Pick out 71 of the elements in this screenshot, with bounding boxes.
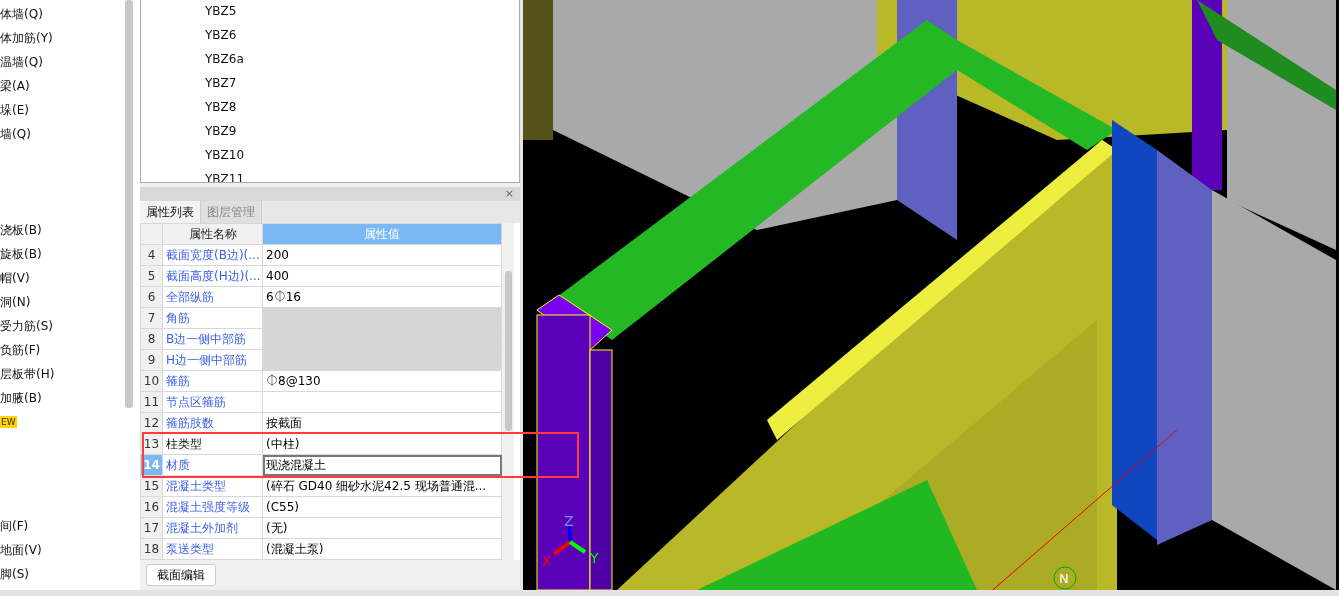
axis-label: X bbox=[542, 553, 552, 569]
row-number[interactable]: 17 bbox=[140, 517, 163, 539]
property-value[interactable]: (无) bbox=[262, 517, 502, 539]
sidebar-item[interactable]: 洞(N) bbox=[0, 292, 124, 316]
sidebar-item[interactable]: 温墙(Q) bbox=[0, 52, 124, 76]
close-button[interactable]: × bbox=[504, 188, 514, 201]
property-value[interactable]: ⏀8@130 bbox=[262, 370, 502, 392]
compass-label: N bbox=[1059, 571, 1069, 586]
property-value[interactable]: (碎石 GD40 细砂水泥42.5 现场普通混... bbox=[262, 475, 502, 497]
property-name: 角筋 bbox=[162, 307, 263, 329]
property-name: 混凝土类型 bbox=[162, 475, 263, 497]
sidebar-item[interactable]: 墙(Q) bbox=[0, 124, 124, 148]
component-item[interactable]: YBZ11 bbox=[205, 168, 519, 183]
component-item[interactable]: YBZ5 bbox=[205, 0, 519, 24]
property-name: 节点区箍筋 bbox=[162, 391, 263, 413]
axis-label: Y bbox=[590, 550, 599, 566]
property-value[interactable]: 400 bbox=[262, 265, 502, 287]
property-value[interactable] bbox=[262, 391, 502, 413]
sidebar-item[interactable]: 垛(E) bbox=[0, 100, 124, 124]
sidebar-item[interactable]: 浇板(B) bbox=[0, 220, 124, 244]
component-item[interactable]: YBZ10 bbox=[205, 144, 519, 168]
property-name: B边一侧中部筋 bbox=[162, 328, 263, 350]
sidebar-item[interactable]: 脚(S) bbox=[0, 564, 124, 588]
component-item[interactable]: YBZ6 bbox=[205, 24, 519, 48]
sidebar-item[interactable]: 加腋(B) bbox=[0, 388, 124, 412]
property-name: 截面宽度(B边)(... bbox=[162, 244, 263, 266]
section-edit-button[interactable]: 截面编辑 bbox=[146, 564, 216, 587]
sidebar-item[interactable]: 梁(A) bbox=[0, 76, 124, 100]
component-item[interactable]: YBZ7 bbox=[205, 72, 519, 96]
new-badge: EW bbox=[0, 416, 17, 428]
property-name: 全部纵筋 bbox=[162, 286, 263, 308]
property-name: 截面高度(H边)(... bbox=[162, 265, 263, 287]
component-item[interactable]: YBZ8 bbox=[205, 96, 519, 120]
row-number[interactable]: 16 bbox=[140, 496, 163, 518]
row-number[interactable]: 18 bbox=[140, 538, 163, 560]
scrollbar-thumb[interactable] bbox=[125, 0, 133, 408]
row-number[interactable]: 4 bbox=[140, 244, 163, 266]
axis-label: Z bbox=[564, 513, 574, 529]
property-name: 混凝土强度等级 bbox=[162, 496, 263, 518]
component-item[interactable]: YBZ6a bbox=[205, 48, 519, 72]
property-value[interactable]: 现浇混凝土 bbox=[262, 454, 502, 476]
column-header: 属性名称 bbox=[162, 223, 263, 245]
sidebar-item[interactable]: 受力筋(S) bbox=[0, 316, 124, 340]
column-header: 属性值 bbox=[262, 223, 502, 245]
sidebar-item[interactable]: 层板带(H) bbox=[0, 364, 124, 388]
sidebar-item[interactable]: 间(F) bbox=[0, 516, 124, 540]
row-number[interactable]: 6 bbox=[140, 286, 163, 308]
property-value[interactable]: 6⏀16 bbox=[262, 286, 502, 308]
row-number[interactable]: 5 bbox=[140, 265, 163, 287]
sidebar-item[interactable]: 体加筋(Y) bbox=[0, 28, 124, 52]
panel-tab[interactable]: 属性列表 bbox=[140, 201, 201, 224]
header-cell bbox=[140, 223, 163, 245]
property-value[interactable]: 200 bbox=[262, 244, 502, 266]
property-value[interactable]: (C55) bbox=[262, 496, 502, 518]
sidebar-item[interactable]: 帽(V) bbox=[0, 268, 124, 292]
compass-icon bbox=[1053, 566, 1077, 590]
property-name: H边一侧中部筋 bbox=[162, 349, 263, 371]
property-value[interactable]: (中柱) bbox=[262, 433, 502, 455]
sidebar-item[interactable]: 负筋(F) bbox=[0, 340, 124, 364]
component-item[interactable]: YBZ9 bbox=[205, 120, 519, 144]
row-number[interactable]: 11 bbox=[140, 391, 163, 413]
sidebar-item[interactable]: 体墙(Q) bbox=[0, 4, 124, 28]
property-name: 箍筋 bbox=[162, 370, 263, 392]
property-name: 泵送类型 bbox=[162, 538, 263, 560]
row-number[interactable]: 10 bbox=[140, 370, 163, 392]
sidebar-item[interactable]: 地面(V) bbox=[0, 540, 124, 564]
sidebar-item[interactable]: 旋板(B) bbox=[0, 244, 124, 268]
scrollbar-thumb[interactable] bbox=[504, 271, 512, 432]
property-name: 混凝土外加剂 bbox=[162, 517, 263, 539]
property-value[interactable]: (混凝土泵) bbox=[262, 538, 502, 560]
axis-icon bbox=[552, 527, 587, 556]
